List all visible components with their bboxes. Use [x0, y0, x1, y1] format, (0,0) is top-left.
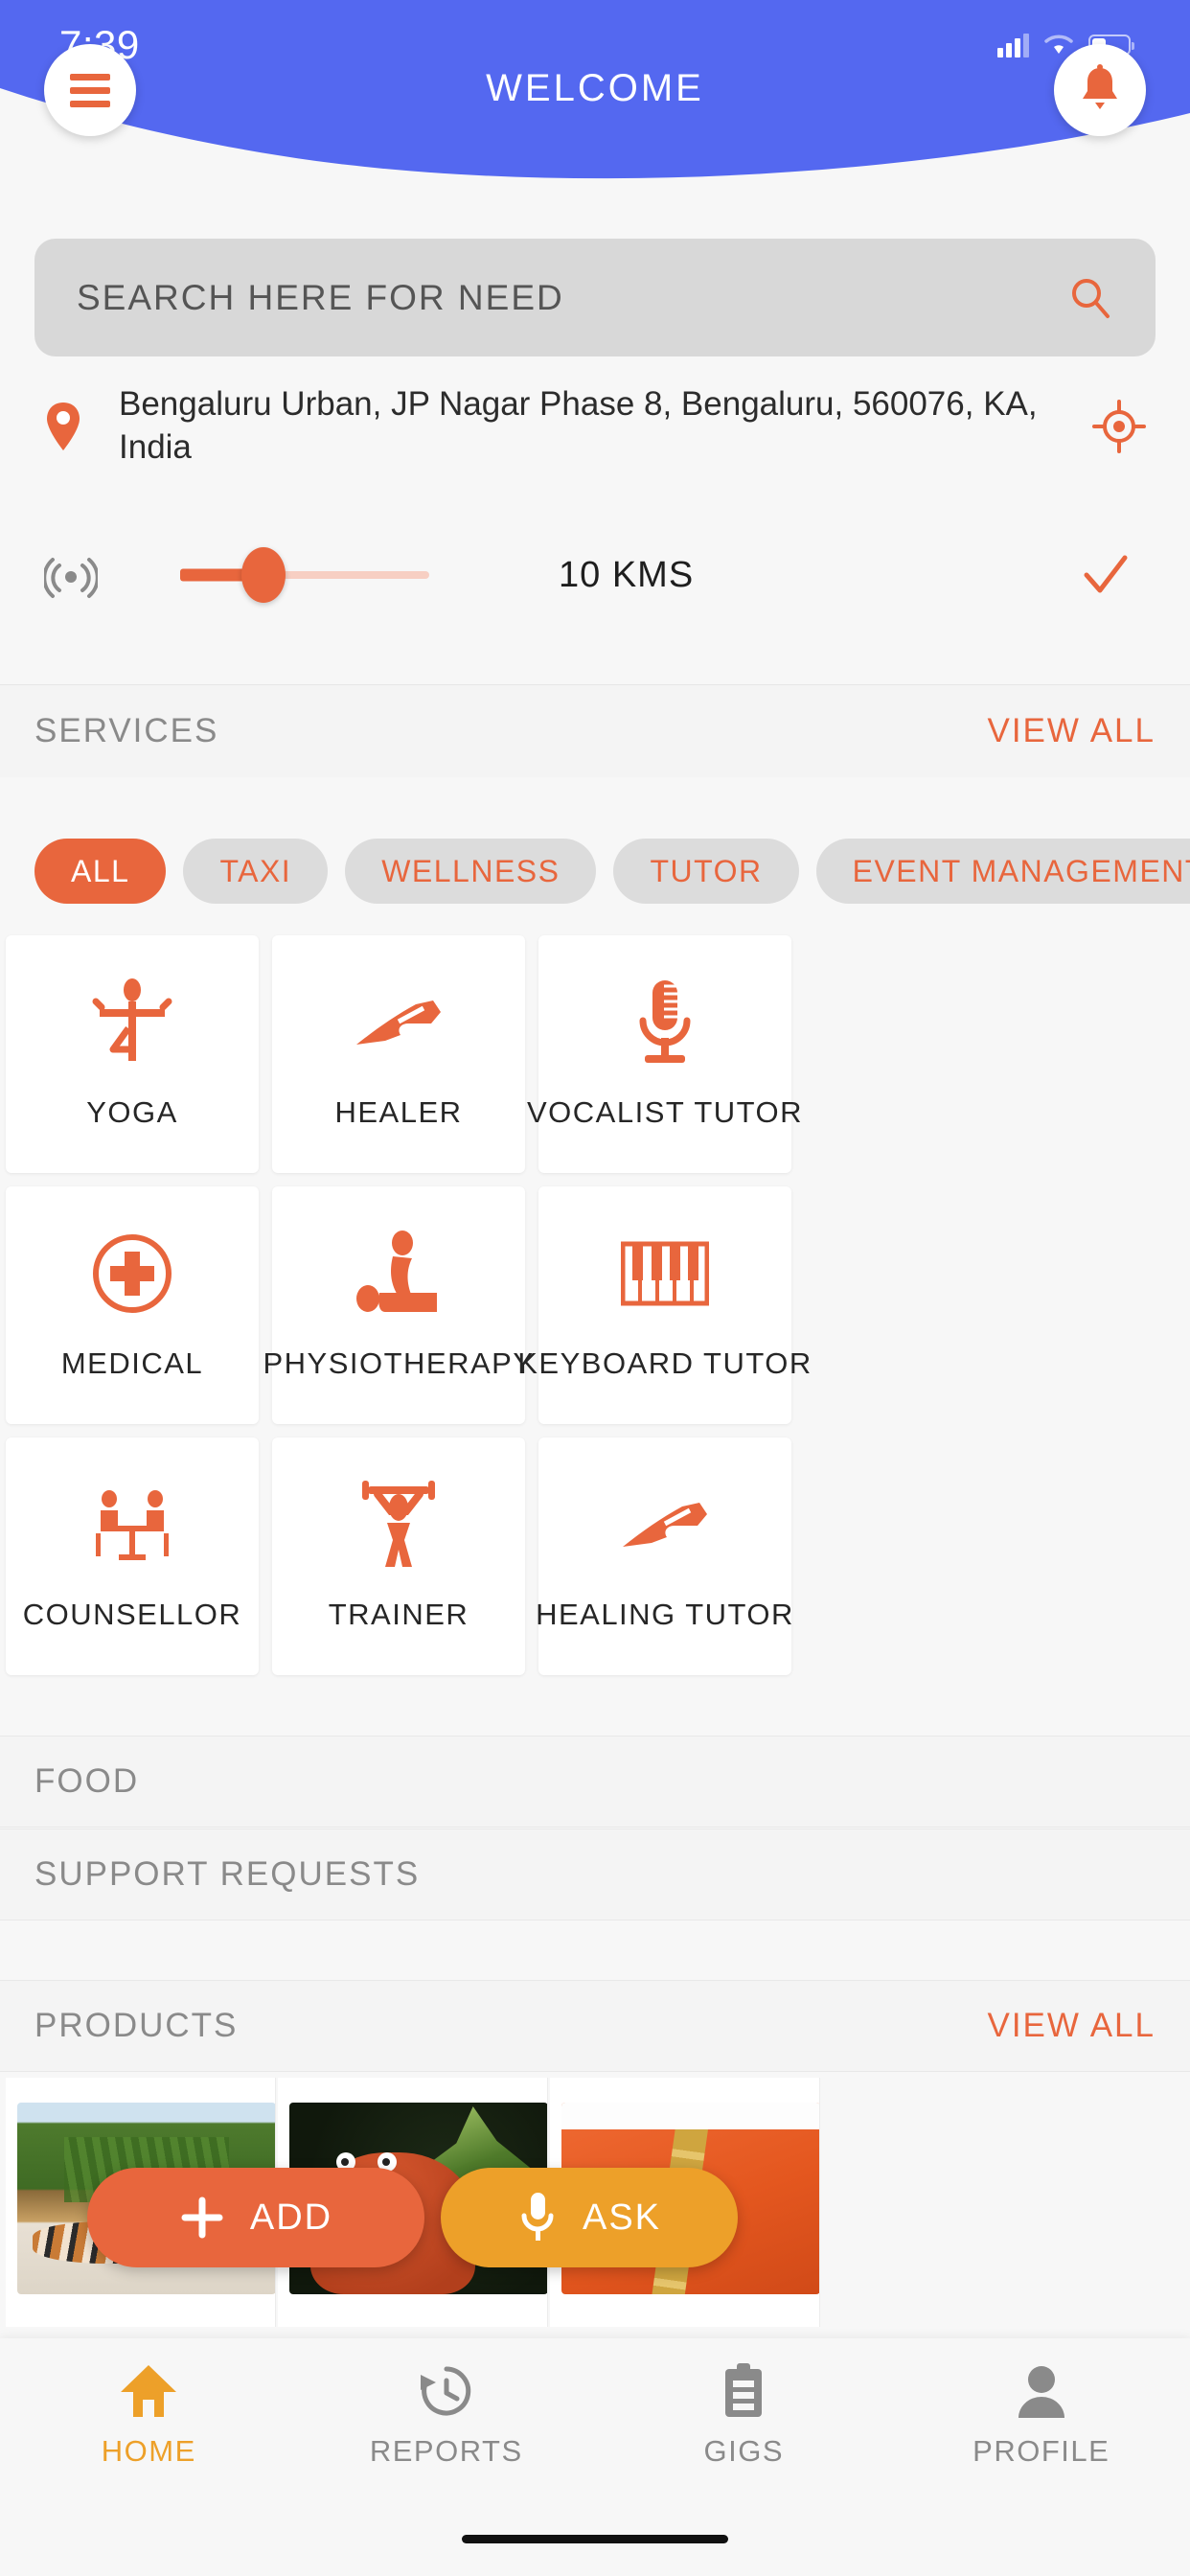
distance-slider-row: 10 KMS — [0, 522, 1190, 628]
healing-hand-icon — [619, 1481, 711, 1569]
service-label: TRAINER — [328, 1598, 469, 1631]
weightlifter-icon — [358, 1481, 439, 1569]
ask-button[interactable]: ASK — [441, 2168, 738, 2267]
medical-cross-icon — [91, 1230, 173, 1318]
chip-all[interactable]: ALL — [34, 839, 167, 904]
food-section-header[interactable]: FOOD — [0, 1736, 1190, 1828]
bell-icon — [1083, 64, 1117, 109]
status-bar: 7:39 — [0, 21, 1190, 69]
chip-event-management[interactable]: EVENT MANAGEMENT — [815, 839, 1190, 904]
signal-bars-icon — [997, 33, 1029, 58]
location-row[interactable]: Bengaluru Urban, JP Nagar Phase 8, Benga… — [0, 383, 1190, 470]
service-card-counsellor[interactable]: COUNSELLOR — [6, 1438, 259, 1675]
home-indicator — [462, 2535, 728, 2543]
services-section-header: SERVICES VIEW ALL — [0, 685, 1190, 777]
service-label: MEDICAL — [60, 1346, 204, 1380]
app-header: 7:39 WELCOME — [0, 0, 1190, 192]
nav-item-reports[interactable]: REPORTS — [298, 2363, 596, 2469]
chip-wellness[interactable]: WELLNESS — [345, 839, 597, 904]
nav-label: GIGS — [703, 2434, 784, 2468]
service-card-keyboard-tutor[interactable]: KEYBOARD TUTOR — [517, 1186, 811, 1424]
service-label: PHYSIOTHERAPY — [263, 1346, 535, 1380]
clipboard-icon — [725, 2363, 763, 2417]
nav-label: REPORTS — [369, 2434, 523, 2468]
radar-icon — [44, 558, 98, 598]
location-address: Bengaluru Urban, JP Nagar Phase 8, Benga… — [119, 385, 1038, 466]
service-label: HEALER — [334, 1095, 463, 1129]
hamburger-menu-icon — [70, 67, 110, 114]
home-icon — [121, 2365, 177, 2417]
products-section-header: PRODUCTS VIEW ALL — [0, 1980, 1190, 2072]
nav-item-profile[interactable]: PROFILE — [893, 2363, 1190, 2469]
products-title: PRODUCTS — [34, 2007, 239, 2044]
slider-thumb[interactable] — [241, 547, 286, 603]
healing-hand-icon — [353, 978, 445, 1067]
plus-icon — [181, 2196, 223, 2239]
piano-keyboard-icon — [621, 1230, 709, 1318]
person-icon — [1018, 2366, 1064, 2418]
search-icon[interactable] — [1067, 275, 1113, 321]
hamburger-menu-button[interactable] — [44, 44, 136, 136]
service-card-healing-tutor[interactable]: HEALING TUTOR — [536, 1438, 794, 1675]
services-row-3: COUNSELLOR TRAINER HEALING TUTOR — [0, 1438, 1190, 1675]
services-row-2: MEDICAL PHYSIOTHERAPY KEYBOARD TUTOR — [0, 1186, 1190, 1424]
service-card-trainer[interactable]: TRAINER — [272, 1438, 525, 1675]
services-grid: YOGA HEALER VOCALIST TUTOR MEDICAL PHYSI… — [0, 935, 1190, 1689]
physiotherapy-icon — [353, 1230, 445, 1318]
nav-label: HOME — [101, 2434, 196, 2468]
service-label: YOGA — [86, 1095, 178, 1129]
search-placeholder: SEARCH HERE FOR NEED — [77, 277, 564, 317]
services-row-1: YOGA HEALER VOCALIST TUTOR — [0, 935, 1190, 1173]
service-card-physiotherapy[interactable]: PHYSIOTHERAPY — [263, 1186, 533, 1424]
service-label: HEALING TUTOR — [536, 1598, 794, 1631]
service-filter-chips[interactable]: ALL TAXI WELLNESS TUTOR EVENT MANAGEMENT — [0, 825, 1190, 917]
service-card-yoga[interactable]: YOGA — [6, 935, 259, 1173]
location-pin-icon — [47, 402, 80, 450]
service-label: VOCALIST TUTOR — [527, 1095, 804, 1129]
distance-slider[interactable] — [180, 547, 458, 603]
services-view-all-link[interactable]: VIEW ALL — [987, 712, 1156, 750]
microphone-icon — [521, 2193, 554, 2241]
add-button-label: ADD — [249, 2196, 333, 2238]
nav-item-gigs[interactable]: GIGS — [595, 2363, 893, 2469]
counselling-table-icon — [88, 1481, 176, 1569]
service-label: KEYBOARD TUTOR — [517, 1346, 812, 1380]
services-title: SERVICES — [34, 712, 219, 749]
add-button[interactable]: ADD — [87, 2168, 424, 2267]
yoga-pose-icon — [92, 978, 172, 1067]
support-requests-section-header[interactable]: SUPPORT REQUESTS — [0, 1828, 1190, 1920]
service-card-healer[interactable]: HEALER — [272, 935, 525, 1173]
products-view-all-link[interactable]: VIEW ALL — [987, 2007, 1156, 2045]
food-title: FOOD — [34, 1762, 140, 1800]
support-requests-title: SUPPORT REQUESTS — [34, 1855, 421, 1893]
search-input[interactable]: SEARCH HERE FOR NEED — [34, 239, 1156, 356]
history-clock-icon — [420, 2366, 470, 2416]
nav-label: PROFILE — [973, 2434, 1110, 2468]
ask-button-label: ASK — [582, 2196, 662, 2238]
crosshair-locate-icon[interactable] — [1092, 399, 1146, 453]
notification-button[interactable] — [1054, 44, 1146, 136]
microphone-icon — [631, 978, 698, 1067]
page-title: WELCOME — [486, 67, 704, 109]
service-card-medical[interactable]: MEDICAL — [6, 1186, 259, 1424]
chip-tutor[interactable]: TUTOR — [613, 839, 799, 904]
chip-taxi[interactable]: TAXI — [183, 839, 329, 904]
check-icon[interactable] — [1081, 550, 1131, 600]
service-label: COUNSELLOR — [22, 1598, 242, 1631]
nav-item-home[interactable]: HOME — [0, 2363, 298, 2469]
app-screen: 7:39 WELCOME SEARCH HERE FOR NEED — [0, 0, 1190, 2576]
service-card-vocalist-tutor[interactable]: VOCALIST TUTOR — [527, 935, 802, 1173]
distance-value-label: 10 KMS — [559, 554, 695, 595]
